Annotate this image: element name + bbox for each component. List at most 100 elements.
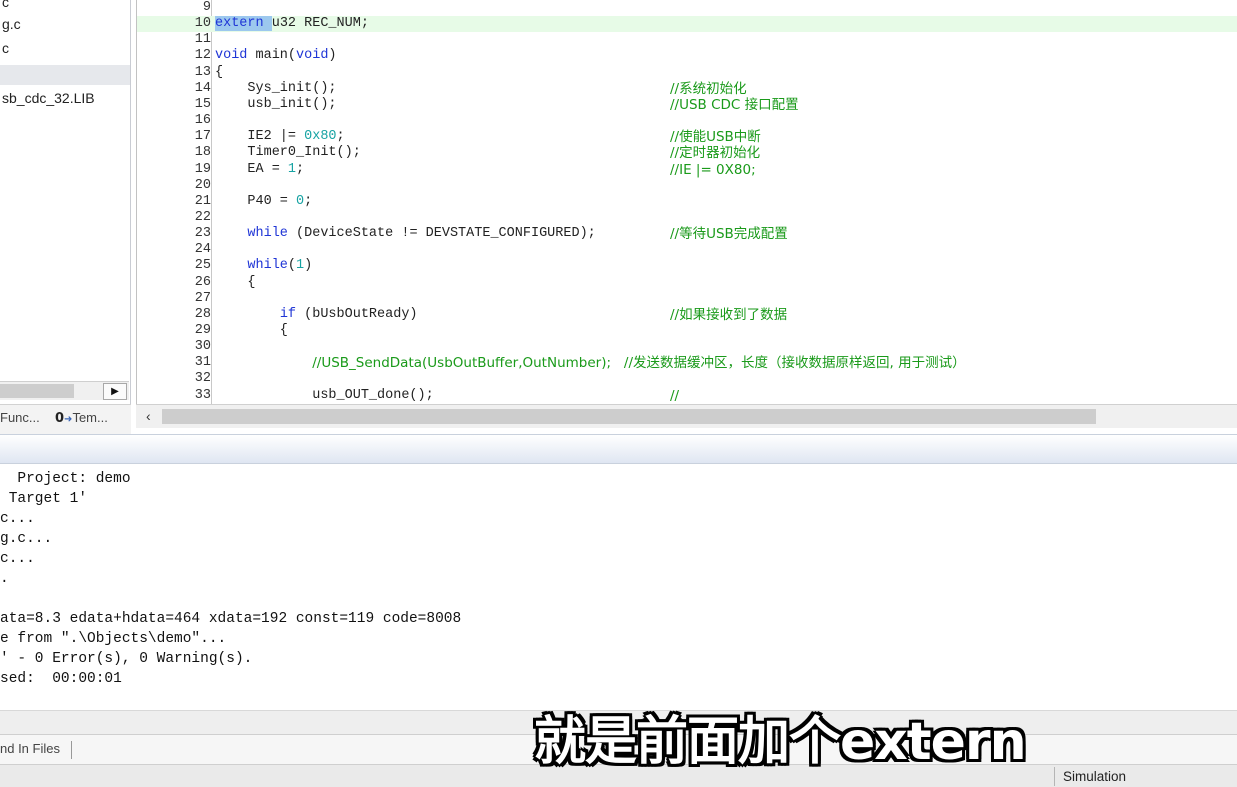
code-text: usb_OUT_done(); <box>215 387 434 403</box>
code-comment: //等待USB完成配置 <box>670 226 788 243</box>
code-comment: //USB CDC 接口配置 <box>670 96 799 113</box>
code-text: P40 = 0; <box>215 193 313 209</box>
code-comment: //IE |= 0X80; <box>670 161 756 178</box>
code-line[interactable]: 23 while (DeviceState != DEVSTATE_CONFIG… <box>137 226 1237 242</box>
build-output-line: sed: 00:00:01 <box>0 671 122 687</box>
pane-splitter[interactable] <box>0 434 1237 464</box>
code-text: Timer0_Init(); <box>215 145 361 161</box>
project-lib-item[interactable]: sb_cdc_32.LIB <box>2 90 95 110</box>
line-number: 25 <box>194 258 211 274</box>
code-comment: // <box>670 387 680 404</box>
build-output-line: . <box>0 571 9 587</box>
code-line[interactable]: 16 <box>137 113 1237 129</box>
scrollbar-thumb[interactable] <box>162 409 1096 424</box>
project-pane: c g.c c sb_cdc_32.LIB ▶ <box>0 0 131 404</box>
line-number: 20 <box>194 177 211 193</box>
project-file-item[interactable]: g.c <box>2 16 21 36</box>
project-horizontal-scrollbar[interactable]: ▶ <box>0 381 129 400</box>
line-number: 28 <box>194 306 211 322</box>
code-comment: //使能USB中断 <box>670 129 761 146</box>
line-number: 10 <box>194 16 211 32</box>
code-line[interactable]: 33 usb_OUT_done(); // <box>137 388 1237 404</box>
line-number: 16 <box>194 113 211 129</box>
code-line[interactable]: 20 <box>137 178 1237 194</box>
line-number: 30 <box>194 339 211 355</box>
code-line[interactable]: 9 <box>137 0 1237 16</box>
code-line[interactable]: 24 <box>137 242 1237 258</box>
code-line[interactable]: 22 <box>137 210 1237 226</box>
line-number: 13 <box>194 64 211 80</box>
code-text: usb_init(); <box>215 96 337 112</box>
code-line[interactable]: 30 <box>137 339 1237 355</box>
line-number: 26 <box>194 274 211 290</box>
code-text: { <box>215 64 224 80</box>
line-number: 29 <box>194 323 211 338</box>
code-text: EA = 1; <box>215 161 305 177</box>
line-number: 31 <box>194 355 211 371</box>
line-number: 11 <box>194 32 211 48</box>
line-number: 12 <box>194 48 211 64</box>
template-icon: 0 <box>55 411 65 426</box>
code-text: while (DeviceState != DEVSTATE_CONFIGURE… <box>247 226 596 242</box>
build-output-panel: Project: demo Target 1' c... g.c... c.... at… <box>0 464 1237 710</box>
video-subtitle: 就是前面加个extern <box>534 712 1027 772</box>
code-editor[interactable]: 9 10 extern u32 REC_NUM; 11 12 void main(void… <box>136 0 1237 404</box>
code-text: while(1) <box>247 258 313 274</box>
code-line[interactable]: 31 //USB_SendData(UsbOutBuffer,OutNumber… <box>137 355 1237 371</box>
code-line[interactable]: 25 while(1) <box>137 258 1237 274</box>
code-text: { <box>215 323 288 338</box>
line-number: 18 <box>194 145 211 161</box>
line-number: 22 <box>194 209 211 225</box>
code-line[interactable]: 14 Sys_init(); //系统初始化 <box>137 81 1237 97</box>
code-line[interactable]: 17 IE2 |= 0x80; //使能USB中断 <box>137 129 1237 145</box>
build-output-line: Target 1' <box>0 491 88 507</box>
line-number: 19 <box>194 161 211 177</box>
code-comment: //定时器初始化 <box>670 145 761 162</box>
line-number: 9 <box>202 0 211 15</box>
tab-separator <box>71 741 72 759</box>
scroll-right-arrow-icon[interactable]: ▶ <box>103 383 127 400</box>
line-number: 17 <box>194 129 211 145</box>
tab-find-in-files[interactable]: nd In Files <box>0 741 60 756</box>
scrollbar-thumb[interactable] <box>0 384 74 398</box>
build-output-line: c... <box>0 551 35 567</box>
code-line[interactable]: 21 P40 = 0; <box>137 194 1237 210</box>
line-number: 32 <box>194 371 211 387</box>
code-line[interactable]: 11 <box>137 32 1237 48</box>
code-line[interactable]: 26 { <box>137 275 1237 291</box>
build-output-line: c... <box>0 511 35 527</box>
line-number: 21 <box>194 193 211 209</box>
tab-functions[interactable]: ​Func... <box>0 410 40 430</box>
code-line[interactable]: 28 if (bUsbOutReady) //如果接收到了数据 <box>137 307 1237 323</box>
build-output-line: ' - 0 Error(s), 0 Warning(s). <box>0 651 253 667</box>
project-file-item[interactable]: c <box>2 40 9 60</box>
line-number: 14 <box>194 80 211 96</box>
line-number: 15 <box>194 96 211 112</box>
build-output-line: e from ".\Objects\demo"... <box>0 631 227 647</box>
code-text: IE2 |= 0x80; <box>215 129 345 145</box>
code-comment: //系统初始化 <box>670 80 747 97</box>
code-comment: //如果接收到了数据 <box>670 306 788 323</box>
line-number: 24 <box>194 242 211 258</box>
code-line[interactable]: 12 void main(void) <box>137 48 1237 64</box>
code-line[interactable]: 27 <box>137 291 1237 307</box>
tab-templates[interactable]: 0➜Tem... <box>55 410 108 430</box>
line-number: 27 <box>194 290 211 306</box>
code-line[interactable]: 15 usb_init(); //USB CDC 接口配置 <box>137 97 1237 113</box>
code-line[interactable]: 29 { <box>137 323 1237 339</box>
code-line[interactable]: 32 <box>137 371 1237 387</box>
code-line[interactable]: 13{ <box>137 65 1237 81</box>
build-output-line: Project: demo <box>0 471 131 487</box>
editor-horizontal-scrollbar[interactable]: ‹ <box>136 404 1237 428</box>
code-text: void main(void) <box>215 48 337 64</box>
project-tabs: ​Func... 0➜Tem... <box>0 404 131 434</box>
code-line[interactable]: 18 Timer0_Init(); //定时器初始化 <box>137 145 1237 161</box>
code-text: { <box>215 274 256 290</box>
project-file-item-selected[interactable] <box>0 65 130 85</box>
code-line[interactable]: 10 extern u32 REC_NUM; <box>137 16 1237 33</box>
code-line[interactable]: 19 EA = 1; //IE |= 0X80; <box>137 162 1237 178</box>
build-output-line: ata=8.3 edata+hdata=464 xdata=192 const=… <box>0 611 462 627</box>
build-output-line: g.c... <box>0 531 53 547</box>
project-file-item[interactable]: c <box>2 0 9 14</box>
scroll-left-arrow-icon[interactable]: ‹ <box>146 408 151 424</box>
